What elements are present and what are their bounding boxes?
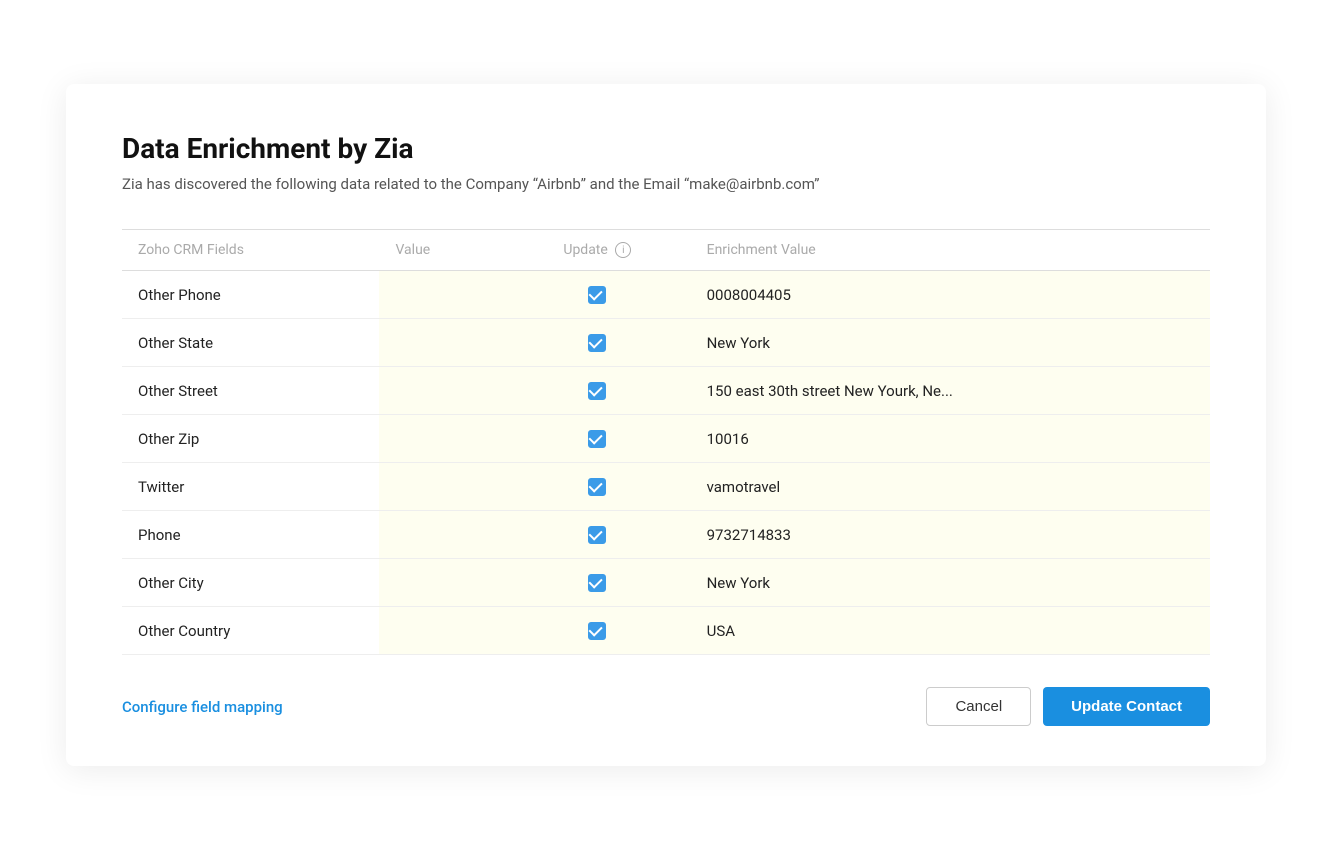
update-checkbox[interactable] xyxy=(588,430,606,448)
update-checkbox[interactable] xyxy=(588,526,606,544)
update-cell[interactable] xyxy=(504,319,691,367)
table-row: Other Phone 0008004405 xyxy=(122,271,1210,319)
enrichment-value-cell: USA xyxy=(691,607,1210,655)
update-cell[interactable] xyxy=(504,559,691,607)
crm-field-cell: Other Zip xyxy=(122,415,379,463)
table-row: Phone 9732714833 xyxy=(122,511,1210,559)
enrichment-value-cell: vamotravel xyxy=(691,463,1210,511)
cancel-button[interactable]: Cancel xyxy=(926,687,1031,726)
enrichment-value-cell: New York xyxy=(691,559,1210,607)
table-row: Other City New York xyxy=(122,559,1210,607)
enrichment-value-cell: New York xyxy=(691,319,1210,367)
crm-field-cell: Other Country xyxy=(122,607,379,655)
update-info-icon: i xyxy=(615,242,631,258)
footer-buttons: Cancel Update Contact xyxy=(926,687,1210,726)
crm-field-cell: Other City xyxy=(122,559,379,607)
modal-subtitle: Zia has discovered the following data re… xyxy=(122,175,1210,193)
table-row: Twitter vamotravel xyxy=(122,463,1210,511)
crm-field-cell: Twitter xyxy=(122,463,379,511)
update-cell[interactable] xyxy=(504,607,691,655)
update-cell[interactable] xyxy=(504,367,691,415)
crm-field-cell: Other Phone xyxy=(122,271,379,319)
update-contact-button[interactable]: Update Contact xyxy=(1043,687,1210,726)
crm-field-cell: Other State xyxy=(122,319,379,367)
update-cell[interactable] xyxy=(504,415,691,463)
update-checkbox[interactable] xyxy=(588,574,606,592)
col-crm-fields: Zoho CRM Fields xyxy=(122,229,379,270)
modal-footer: Configure field mapping Cancel Update Co… xyxy=(122,687,1210,726)
col-value: Value xyxy=(379,229,504,270)
modal-title: Data Enrichment by Zia xyxy=(122,132,1210,165)
update-checkbox[interactable] xyxy=(588,382,606,400)
update-cell[interactable] xyxy=(504,271,691,319)
value-cell xyxy=(379,607,504,655)
enrichment-value-cell: 0008004405 xyxy=(691,271,1210,319)
update-checkbox[interactable] xyxy=(588,286,606,304)
update-checkbox[interactable] xyxy=(588,622,606,640)
enrichment-value-cell: 9732714833 xyxy=(691,511,1210,559)
table-row: Other Street 150 east 30th street New You… xyxy=(122,367,1210,415)
table-row: Other Zip 10016 xyxy=(122,415,1210,463)
update-cell[interactable] xyxy=(504,463,691,511)
table-row: Other Country USA xyxy=(122,607,1210,655)
table-row: Other State New York xyxy=(122,319,1210,367)
value-cell xyxy=(379,463,504,511)
value-cell xyxy=(379,367,504,415)
value-cell xyxy=(379,319,504,367)
enrichment-value-cell: 10016 xyxy=(691,415,1210,463)
enrichment-table: Zoho CRM Fields Value Update i Enrichmen… xyxy=(122,229,1210,655)
value-cell xyxy=(379,511,504,559)
col-update: Update i xyxy=(504,229,691,270)
update-checkbox[interactable] xyxy=(588,334,606,352)
col-enrichment-value: Enrichment Value xyxy=(691,229,1210,270)
update-checkbox[interactable] xyxy=(588,478,606,496)
configure-field-mapping-link[interactable]: Configure field mapping xyxy=(122,698,283,716)
value-cell xyxy=(379,559,504,607)
enrichment-value-cell: 150 east 30th street New Yourk, Ne... xyxy=(691,367,1210,415)
update-cell[interactable] xyxy=(504,511,691,559)
value-cell xyxy=(379,415,504,463)
value-cell xyxy=(379,271,504,319)
crm-field-cell: Phone xyxy=(122,511,379,559)
enrichment-modal: Data Enrichment by Zia Zia has discovere… xyxy=(66,84,1266,766)
crm-field-cell: Other Street xyxy=(122,367,379,415)
